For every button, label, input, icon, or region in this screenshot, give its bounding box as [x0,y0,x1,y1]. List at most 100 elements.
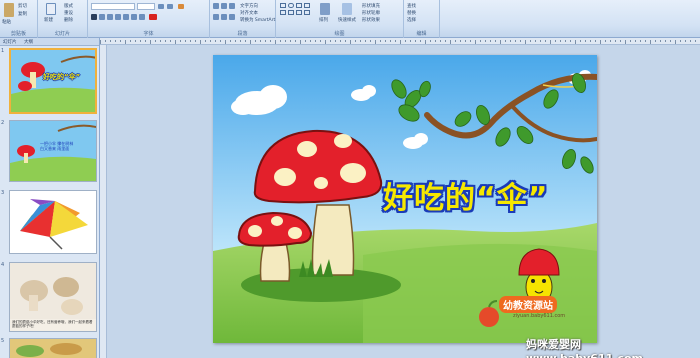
ruler-tick [560,40,561,42]
cut-button[interactable]: 剪切 [18,3,27,9]
ruler-tick [595,40,596,42]
slide-thumbnail-4[interactable]: 4 我们的蘑菇小伞好吃，还有营养哦，我们一起来看看蘑菇的样子吧！ [0,262,100,334]
quick-styles-button[interactable]: 快速样式 [338,17,356,23]
ruler-tick [615,40,616,42]
delete-button[interactable]: 删除 [64,17,73,23]
tab-outline[interactable]: 大纲 [24,39,33,45]
grow-font-icon[interactable] [158,4,164,9]
paragraph-group: 文字方向 对齐文本 转换为 SmartArt 段落 [210,0,276,38]
arrange-button[interactable]: 排列 [319,17,328,23]
shadow-icon[interactable] [123,14,129,20]
text-direction-button[interactable]: 文字方向 [240,3,258,9]
char-spacing-icon[interactable] [131,14,137,20]
oval-shape-icon[interactable] [288,3,294,8]
bold-icon[interactable] [91,14,97,20]
arrange-icon[interactable] [320,3,330,15]
layout-button[interactable]: 版式 [64,3,73,9]
shrink-font-icon[interactable] [167,4,173,9]
ruler-tick [550,40,551,44]
thumbnail-frame[interactable]: 好吃的“伞” [9,48,97,114]
smartart-button[interactable]: 转换为 SmartArt [240,17,275,23]
align-center-icon[interactable] [221,14,227,20]
change-case-icon[interactable] [139,14,145,20]
align-text-button[interactable]: 对齐文本 [240,10,258,16]
ruler-tick [590,40,591,42]
ruler-tick [120,40,121,42]
font-size-field[interactable] [137,3,155,10]
ruler-tick [355,40,356,42]
slide-thumbnail-2[interactable]: 2 一把小伞 撑在树林 白又香来 雨里面 [0,120,100,184]
slide-canvas[interactable]: 好吃的“伞” 幼教资源站 ziyuan.baby611.com [213,55,597,343]
rectangle-shape-icon[interactable] [280,3,286,8]
font-name-field[interactable] [91,3,135,10]
thumbnail-frame[interactable]: 我们的蘑菇小伞好吃，还有营养哦，我们一起来看看蘑菇的样子吧！ [9,262,97,332]
triangle-shape-icon[interactable] [280,10,286,15]
slide-thumbnail-1[interactable]: 1 好吃的“伞” [0,48,100,116]
thumbnail-title: 好吃的“伞” [43,73,81,81]
ruler-tick [330,40,331,42]
underline-icon[interactable] [107,14,113,20]
thumbnail-frame[interactable]: 一把小伞 撑在树林 白又香来 雨里面 [9,120,97,182]
vertical-ruler[interactable] [100,45,107,358]
shape-outline-button[interactable]: 形状轮廓 [362,10,380,16]
slide-title[interactable]: 好吃的“伞” [383,173,548,217]
italic-icon[interactable] [99,14,105,20]
thumbnail-frame[interactable] [9,190,97,254]
horizontal-ruler[interactable] [100,38,700,45]
ruler-tick [670,40,671,42]
ruler-tick [515,40,516,42]
thumbnail-caption: 我们的蘑菇小伞好吃，还有营养哦，我们一起来看看蘑菇的样子吧！ [12,320,93,328]
align-right-icon[interactable] [229,14,235,20]
new-slide-button[interactable]: 新建 [44,17,53,23]
ruler-tick [260,40,261,42]
new-slide-icon[interactable] [46,3,56,15]
slide-thumbnail-5[interactable]: 5 [0,338,100,358]
replace-button[interactable]: 替换 [407,10,416,16]
find-button[interactable]: 查找 [407,3,416,9]
ruler-tick [440,40,441,42]
align-left-icon[interactable] [213,14,219,20]
ruler-tick [655,40,656,42]
ruler-tick [400,40,401,44]
thumbnail-1-image [11,50,95,112]
copy-button[interactable]: 复制 [18,11,27,17]
thumbnail-number: 2 [1,120,5,126]
ruler-tick [520,40,521,42]
decrease-indent-icon[interactable] [229,3,235,9]
shape-effects-button[interactable]: 形状效果 [362,17,380,23]
slide-thumbnail-3[interactable]: 3 [0,190,100,256]
ruler-tick [680,40,681,42]
shape-fill-button[interactable]: 形状填充 [362,3,380,9]
ruler-tick [480,40,481,42]
thumbnail-frame[interactable] [9,338,97,358]
ruler-tick [690,40,691,42]
ruler-tick [215,40,216,42]
ruler-tick [535,40,536,42]
strikethrough-icon[interactable] [115,14,121,20]
line-shape-icon[interactable] [296,3,302,8]
ruler-tick [580,40,581,42]
font-color-icon[interactable] [149,14,157,20]
clear-format-icon[interactable] [178,4,184,9]
ruler-tick [135,40,136,42]
reset-button[interactable]: 重设 [64,10,73,16]
quick-styles-icon[interactable] [342,3,352,15]
paste-button[interactable]: 粘贴 [2,19,11,25]
select-button[interactable]: 选择 [407,17,416,23]
ruler-tick [495,40,496,42]
callout-shape-icon[interactable] [296,10,302,15]
brace-shape-icon[interactable] [304,10,310,15]
arrow-shape-icon[interactable] [304,3,310,8]
ruler-tick [185,40,186,42]
star-shape-icon[interactable] [288,10,294,15]
ruler-tick [105,40,106,42]
numbering-icon[interactable] [221,3,227,9]
bullets-icon[interactable] [213,3,219,9]
paste-icon[interactable] [4,3,14,17]
ruler-tick [450,40,451,44]
ruler-tick [200,40,201,44]
editing-group: 查找 替换 选择 编辑 [404,0,440,38]
tab-slides[interactable]: 幻灯片 [3,39,17,45]
ruler-tick [490,40,491,42]
ruler-tick [225,40,226,44]
